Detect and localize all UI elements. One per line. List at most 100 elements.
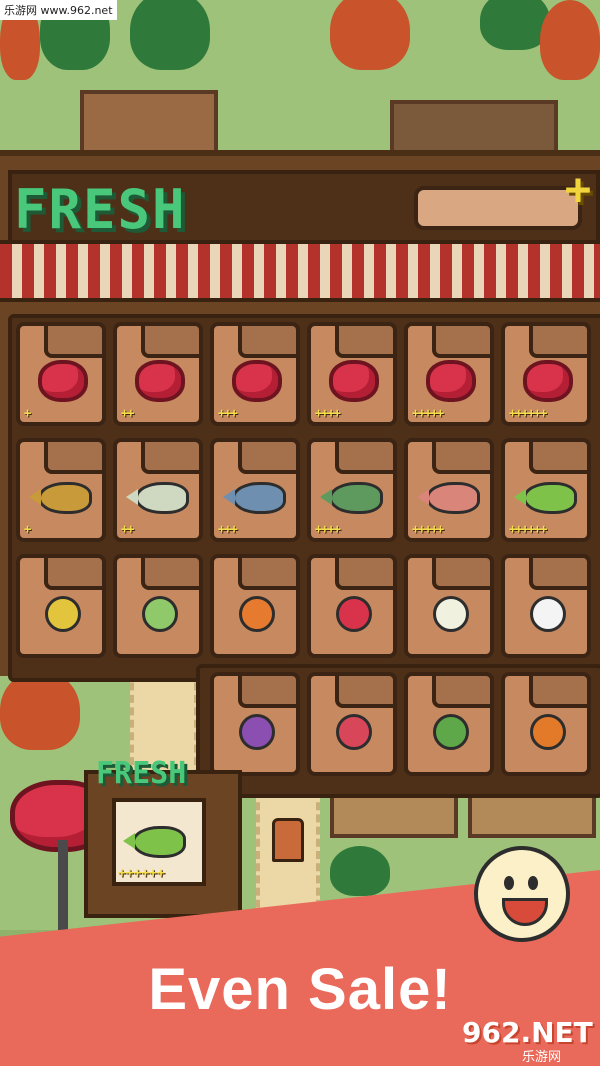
slot-tab [44, 554, 106, 590]
fish-icon [514, 472, 577, 516]
meat-shape [329, 360, 379, 402]
item-slot-carrot[interactable] [210, 554, 300, 658]
shop-title: FRESH [14, 178, 187, 241]
slot-tab [432, 672, 494, 708]
item-slot-fish[interactable]: + [16, 438, 106, 542]
item-slot-fish[interactable]: ++++ [307, 438, 397, 542]
slot-tab [432, 554, 494, 590]
meat-shape [135, 360, 185, 402]
carrot-icon [232, 588, 282, 632]
radish-shape [336, 596, 372, 632]
fish-icon [320, 472, 383, 516]
item-slot-turnip[interactable] [404, 554, 494, 658]
coin-bar [414, 186, 582, 230]
fish-shape [29, 482, 92, 514]
item-quality-stars: + [24, 406, 31, 420]
sign-pole [58, 840, 68, 930]
smiley-face-icon [474, 846, 570, 942]
meat-icon [426, 356, 476, 402]
slot-tab [141, 554, 203, 590]
sale-banner-text: Even Sale! [148, 957, 452, 1022]
item-slot-fish[interactable]: +++++ [404, 438, 494, 542]
meat-icon [329, 356, 379, 402]
watermark-text: 乐游网 www.962.net [0, 0, 117, 20]
item-slot-meat[interactable]: +++ [210, 322, 300, 426]
item-slot-cabbage[interactable] [404, 672, 494, 776]
item-quality-stars: ++++ [315, 406, 341, 420]
fish-shape [320, 482, 383, 514]
radish-icon [329, 588, 379, 632]
carrot-shape [239, 596, 275, 632]
fish-icon [29, 472, 92, 516]
cabbage-icon [426, 706, 476, 750]
slot-tab [529, 322, 591, 358]
pumpkin-icon [523, 706, 573, 750]
item-quality-stars: +++++ [412, 406, 444, 420]
item-slot-meat[interactable]: +++++ [404, 322, 494, 426]
item-slot-fish[interactable]: ++++++ [501, 438, 591, 542]
meat-icon [523, 356, 573, 402]
smiley-mouth [502, 898, 548, 926]
fish-icon [126, 472, 189, 516]
turnip-shape [433, 596, 469, 632]
slot-tab [238, 672, 300, 708]
slot-tab [529, 672, 591, 708]
featured-item-stars: ++++++ [118, 866, 165, 881]
building-roof [80, 90, 218, 158]
item-slot-meat[interactable]: ++++ [307, 322, 397, 426]
item-quality-stars: + [24, 522, 31, 536]
item-slot-beet[interactable] [307, 672, 397, 776]
item-slot-radish[interactable] [307, 554, 397, 658]
item-slot-fish[interactable]: +++ [210, 438, 300, 542]
site-logo-main: 962.NET [462, 1016, 593, 1049]
corn-icon [38, 588, 88, 632]
item-slot-fish[interactable]: ++ [113, 438, 203, 542]
slot-tab [335, 438, 397, 474]
corn-shape [45, 596, 81, 632]
daikon-shape [530, 596, 566, 632]
tree [0, 670, 80, 750]
slot-tab [141, 322, 203, 358]
item-quality-stars: ++++++ [509, 522, 547, 536]
shop-awning [0, 240, 600, 302]
smiley-eye [528, 876, 538, 890]
tree [330, 846, 390, 896]
fish-shape [514, 482, 577, 514]
item-quality-stars: ++++ [315, 522, 341, 536]
beet-icon [329, 706, 379, 750]
site-logo-sub: 乐游网 [522, 1050, 562, 1065]
tree [130, 0, 210, 70]
slot-tab [238, 322, 300, 358]
meat-shape [426, 360, 476, 402]
item-slot-meat[interactable]: + [16, 322, 106, 426]
eggplant-shape [239, 714, 275, 750]
slot-tab [529, 438, 591, 474]
item-slot-meat[interactable]: ++ [113, 322, 203, 426]
fish-icon [223, 472, 286, 516]
meat-shape [38, 360, 88, 402]
smiley-eye [504, 876, 514, 890]
market-stall-sign: FRESH [96, 756, 187, 791]
item-slot-eggplant[interactable] [210, 672, 300, 776]
slot-tab [432, 438, 494, 474]
item-slot-pumpkin[interactable] [501, 672, 591, 776]
tree [540, 0, 600, 80]
slot-tab [238, 554, 300, 590]
item-slot-leek[interactable] [113, 554, 203, 658]
cabbage-shape [433, 714, 469, 750]
item-quality-stars: ++ [121, 522, 134, 536]
leek-icon [135, 588, 185, 632]
item-quality-stars: ++ [121, 406, 134, 420]
slot-tab [529, 554, 591, 590]
item-slot-meat[interactable]: ++++++ [501, 322, 591, 426]
item-quality-stars: +++ [218, 522, 238, 536]
item-slot-daikon[interactable] [501, 554, 591, 658]
item-quality-stars: +++ [218, 406, 238, 420]
meat-icon [38, 356, 88, 402]
daikon-icon [523, 588, 573, 632]
meat-icon [135, 356, 185, 402]
slot-tab [335, 672, 397, 708]
shopkeeper-character[interactable] [272, 818, 304, 862]
item-slot-corn[interactable] [16, 554, 106, 658]
add-coins-button[interactable]: + [558, 168, 598, 212]
